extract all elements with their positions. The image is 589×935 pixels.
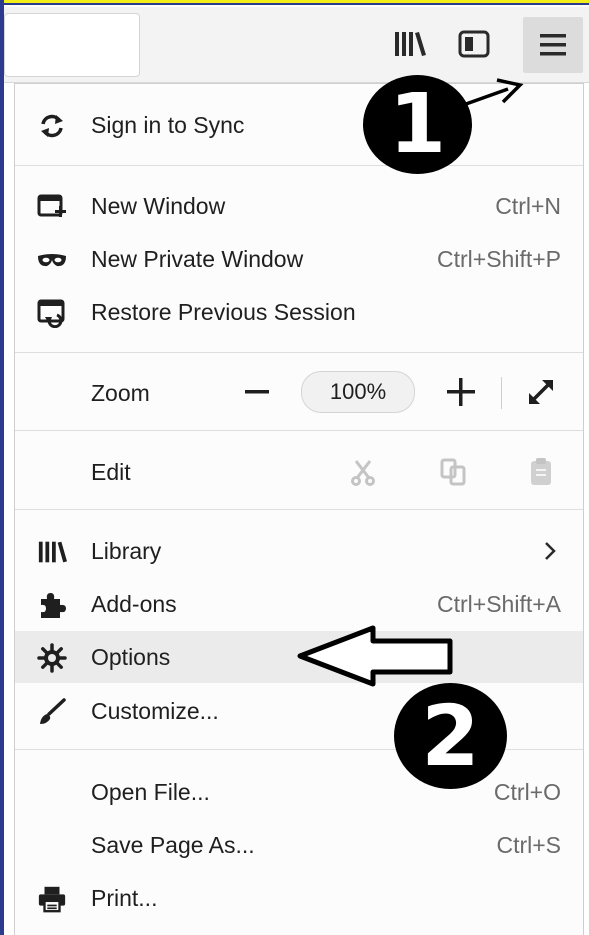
copy-button[interactable]	[435, 454, 471, 490]
menu-item-new-window[interactable]: New Window Ctrl+N	[15, 180, 583, 232]
library-label: Library	[91, 538, 162, 564]
gear-icon	[37, 643, 67, 673]
menu-item-library[interactable]: Library	[15, 525, 583, 577]
menu-item-new-private-window[interactable]: New Private Window Ctrl+Shift+P	[15, 233, 583, 285]
step-badge-1: 1	[363, 75, 472, 174]
hamburger-menu-button[interactable]	[523, 17, 583, 73]
sync-icon	[37, 111, 67, 141]
print-label: Print...	[91, 885, 158, 911]
add-ons-label: Add-ons	[91, 591, 177, 617]
menu-separator	[15, 509, 583, 510]
fullscreen-button[interactable]	[523, 374, 559, 410]
zoom-reset-button[interactable]: 100%	[301, 371, 415, 413]
paste-button[interactable]	[523, 454, 559, 490]
menu-separator	[15, 352, 583, 353]
app-menu-panel: Sign in to Sync New Window Ctrl+N New Pr…	[14, 83, 584, 935]
new-private-window-label: New Private Window	[91, 246, 304, 272]
window-left-border	[0, 0, 4, 935]
menu-row-edit: Edit	[15, 446, 583, 498]
menu-item-add-ons[interactable]: Add-ons Ctrl+Shift+A	[15, 578, 583, 630]
new-private-window-shortcut: Ctrl+Shift+P	[437, 246, 561, 272]
restore-session-label: Restore Previous Session	[91, 299, 356, 325]
fullscreen-icon	[529, 380, 553, 404]
menu-item-options[interactable]: Options	[15, 631, 583, 683]
customize-label: Customize...	[91, 698, 219, 724]
new-window-icon	[37, 192, 67, 222]
copy-icon	[440, 458, 466, 486]
menu-item-sign-in[interactable]: Sign in to Sync	[15, 99, 583, 151]
browser-toolbar	[4, 7, 589, 83]
save-page-as-shortcut: Ctrl+S	[496, 832, 561, 858]
save-page-as-label: Save Page As...	[91, 832, 255, 858]
menu-item-print[interactable]: Print...	[15, 872, 583, 924]
sign-in-label: Sign in to Sync	[91, 112, 245, 138]
window-top-border	[0, 0, 589, 5]
cut-icon	[351, 460, 375, 486]
zoom-divider	[501, 377, 502, 409]
menu-separator	[15, 430, 583, 431]
sidebar-icon	[458, 30, 490, 58]
brush-icon	[37, 697, 67, 727]
zoom-label: Zoom	[91, 380, 150, 406]
printer-icon	[37, 884, 67, 914]
url-bar[interactable]	[4, 13, 140, 77]
plus-icon	[447, 378, 475, 406]
step-badge-2: 2	[394, 683, 507, 789]
minus-icon	[245, 390, 269, 394]
new-window-shortcut: Ctrl+N	[495, 193, 561, 219]
library-icon	[395, 32, 426, 56]
hamburger-icon	[540, 34, 566, 56]
edit-label: Edit	[91, 459, 131, 485]
puzzle-icon	[37, 590, 67, 620]
paste-icon	[531, 458, 551, 485]
options-label: Options	[91, 644, 171, 670]
restore-session-icon	[37, 298, 67, 328]
cut-button[interactable]	[345, 454, 381, 490]
menu-item-save-page-as[interactable]: Save Page As... Ctrl+S	[15, 819, 583, 871]
menu-separator	[15, 165, 583, 166]
library-toolbar-button[interactable]	[385, 19, 435, 69]
zoom-in-button[interactable]	[443, 374, 479, 410]
menu-item-restore-session[interactable]: Restore Previous Session	[15, 286, 583, 338]
library-icon	[37, 537, 67, 567]
zoom-out-button[interactable]	[239, 374, 275, 410]
menu-item-open-file[interactable]: Open File... Ctrl+O	[15, 766, 583, 818]
add-ons-shortcut: Ctrl+Shift+A	[437, 591, 561, 617]
new-window-label: New Window	[91, 193, 226, 219]
open-file-label: Open File...	[91, 779, 210, 805]
private-mask-icon	[37, 245, 67, 275]
menu-row-zoom: Zoom 100%	[15, 367, 583, 419]
sidebar-toggle-button[interactable]	[449, 19, 499, 69]
open-file-shortcut: Ctrl+O	[493, 779, 561, 805]
chevron-right-icon	[543, 540, 557, 568]
